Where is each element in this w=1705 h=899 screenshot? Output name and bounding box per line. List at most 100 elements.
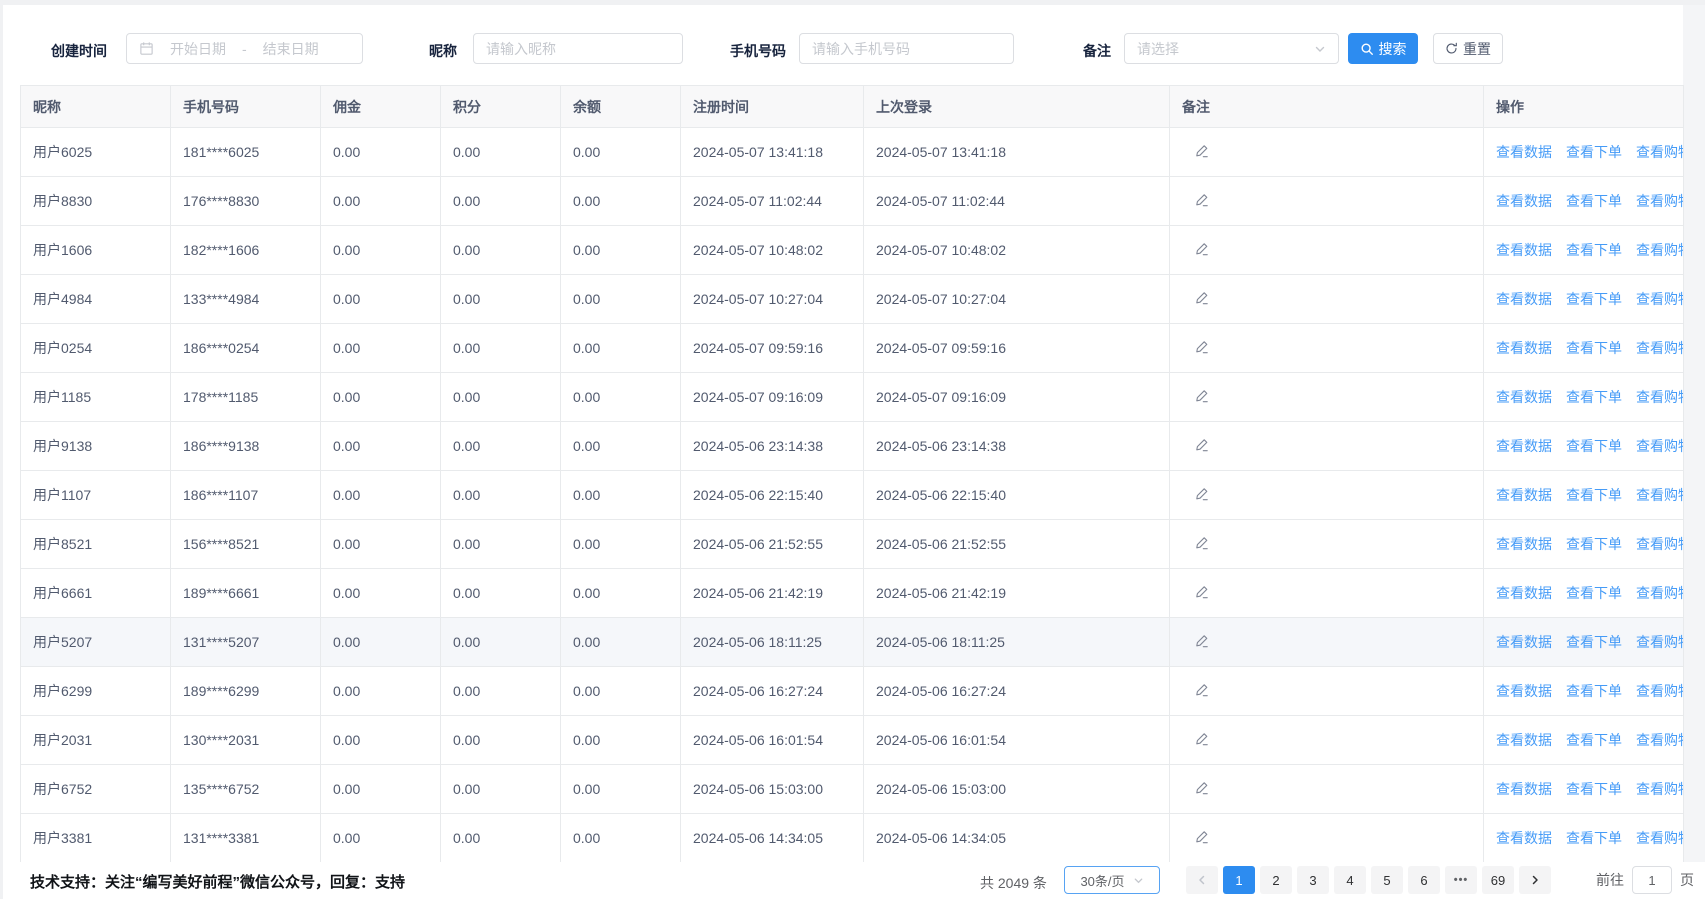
view-data-link[interactable]: 查看数据: [1496, 536, 1552, 552]
pager-page-1[interactable]: 1: [1223, 866, 1255, 894]
reset-button[interactable]: 重置: [1433, 33, 1503, 64]
view-data-link[interactable]: 查看数据: [1496, 487, 1552, 503]
points-cell: 0.00: [441, 373, 561, 422]
view-cart-link[interactable]: 查看购物车: [1636, 585, 1684, 601]
view-orders-link[interactable]: 查看下单: [1566, 438, 1622, 454]
pager-ellipsis[interactable]: •••: [1445, 866, 1477, 894]
view-orders-link[interactable]: 查看下单: [1566, 781, 1622, 797]
view-cart-link[interactable]: 查看购物车: [1636, 683, 1684, 699]
last-login-cell: 2024-05-07 13:41:18: [864, 128, 1170, 177]
pager-page-69[interactable]: 69: [1482, 866, 1514, 894]
balance-cell: 0.00: [561, 765, 681, 814]
view-data-link[interactable]: 查看数据: [1496, 144, 1552, 160]
view-orders-link[interactable]: 查看下单: [1566, 487, 1622, 503]
view-data-link[interactable]: 查看数据: [1496, 340, 1552, 356]
view-data-link[interactable]: 查看数据: [1496, 830, 1552, 846]
view-orders-link[interactable]: 查看下单: [1566, 193, 1622, 209]
view-data-link[interactable]: 查看数据: [1496, 193, 1552, 209]
pager-page-3[interactable]: 3: [1297, 866, 1329, 894]
view-orders-link[interactable]: 查看下单: [1566, 291, 1622, 307]
view-data-link[interactable]: 查看数据: [1496, 634, 1552, 650]
view-data-link[interactable]: 查看数据: [1496, 438, 1552, 454]
balance-cell: 0.00: [561, 569, 681, 618]
edit-remark-icon[interactable]: [1182, 584, 1210, 600]
phone-cell: 182****1606: [171, 226, 321, 275]
pager-page-6[interactable]: 6: [1408, 866, 1440, 894]
view-data-link[interactable]: 查看数据: [1496, 585, 1552, 601]
edit-remark-icon[interactable]: [1182, 241, 1210, 257]
view-cart-link[interactable]: 查看购物车: [1636, 830, 1684, 846]
view-cart-link[interactable]: 查看购物车: [1636, 144, 1684, 160]
page-size-select[interactable]: 30条/页: [1064, 866, 1160, 894]
table-row: 用户0254186****02540.000.000.002024-05-07 …: [21, 324, 1684, 373]
edit-remark-icon[interactable]: [1182, 829, 1210, 845]
view-cart-link[interactable]: 查看购物车: [1636, 340, 1684, 356]
view-cart-link[interactable]: 查看购物车: [1636, 781, 1684, 797]
phone-input[interactable]: 请输入手机号码: [799, 33, 1014, 64]
view-orders-link[interactable]: 查看下单: [1566, 536, 1622, 552]
balance-cell: 0.00: [561, 422, 681, 471]
pager-page-2[interactable]: 2: [1260, 866, 1292, 894]
view-orders-link[interactable]: 查看下单: [1566, 683, 1622, 699]
view-cart-link[interactable]: 查看购物车: [1636, 389, 1684, 405]
vertical-scrollbar[interactable]: [1683, 5, 1705, 862]
view-cart-link[interactable]: 查看购物车: [1636, 634, 1684, 650]
remark-cell: [1170, 471, 1484, 520]
view-orders-link[interactable]: 查看下单: [1566, 732, 1622, 748]
goto-page: 前往 页: [1596, 866, 1694, 894]
pager-next-button[interactable]: [1519, 866, 1551, 894]
remark-cell: [1170, 520, 1484, 569]
remark-cell: [1170, 765, 1484, 814]
view-cart-link[interactable]: 查看购物车: [1636, 242, 1684, 258]
view-data-link[interactable]: 查看数据: [1496, 683, 1552, 699]
view-data-link[interactable]: 查看数据: [1496, 732, 1552, 748]
view-cart-link[interactable]: 查看购物车: [1636, 438, 1684, 454]
edit-remark-icon[interactable]: [1182, 780, 1210, 796]
view-data-link[interactable]: 查看数据: [1496, 242, 1552, 258]
date-range-picker[interactable]: 开始日期 - 结束日期: [126, 33, 363, 64]
edit-remark-icon[interactable]: [1182, 486, 1210, 502]
view-cart-link[interactable]: 查看购物车: [1636, 291, 1684, 307]
view-orders-link[interactable]: 查看下单: [1566, 340, 1622, 356]
goto-label: 前往: [1596, 870, 1624, 890]
remark-cell: [1170, 128, 1484, 177]
total-count: 共 2049 条: [980, 873, 1047, 893]
edit-remark-icon[interactable]: [1182, 731, 1210, 747]
view-cart-link[interactable]: 查看购物车: [1636, 732, 1684, 748]
edit-remark-icon[interactable]: [1182, 682, 1210, 698]
remark-cell: [1170, 373, 1484, 422]
view-orders-link[interactable]: 查看下单: [1566, 389, 1622, 405]
edit-remark-icon[interactable]: [1182, 192, 1210, 208]
actions-cell: 查看数据查看下单查看购物车: [1484, 128, 1684, 177]
view-orders-link[interactable]: 查看下单: [1566, 830, 1622, 846]
nickname-label: 昵称: [429, 41, 457, 61]
pager-page-5[interactable]: 5: [1371, 866, 1403, 894]
edit-remark-icon[interactable]: [1182, 143, 1210, 159]
nickname-input[interactable]: 请输入昵称: [473, 33, 683, 64]
view-cart-link[interactable]: 查看购物车: [1636, 536, 1684, 552]
remark-select[interactable]: 请选择: [1124, 33, 1339, 64]
view-cart-link[interactable]: 查看购物车: [1636, 487, 1684, 503]
view-data-link[interactable]: 查看数据: [1496, 781, 1552, 797]
view-orders-link[interactable]: 查看下单: [1566, 585, 1622, 601]
edit-remark-icon[interactable]: [1182, 633, 1210, 649]
end-date-placeholder[interactable]: 结束日期: [263, 39, 319, 59]
edit-remark-icon[interactable]: [1182, 388, 1210, 404]
pager-page-4[interactable]: 4: [1334, 866, 1366, 894]
view-cart-link[interactable]: 查看购物车: [1636, 193, 1684, 209]
edit-remark-icon[interactable]: [1182, 535, 1210, 551]
view-orders-link[interactable]: 查看下单: [1566, 242, 1622, 258]
pager-prev-button[interactable]: [1186, 866, 1218, 894]
remark-label: 备注: [1083, 41, 1111, 61]
edit-remark-icon[interactable]: [1182, 339, 1210, 355]
phone-placeholder: 请输入手机号码: [812, 39, 910, 59]
start-date-placeholder[interactable]: 开始日期: [170, 39, 226, 59]
view-data-link[interactable]: 查看数据: [1496, 291, 1552, 307]
edit-remark-icon[interactable]: [1182, 437, 1210, 453]
edit-remark-icon[interactable]: [1182, 290, 1210, 306]
view-orders-link[interactable]: 查看下单: [1566, 634, 1622, 650]
search-button[interactable]: 搜索: [1348, 33, 1418, 64]
view-orders-link[interactable]: 查看下单: [1566, 144, 1622, 160]
goto-page-input[interactable]: [1632, 866, 1672, 894]
view-data-link[interactable]: 查看数据: [1496, 389, 1552, 405]
